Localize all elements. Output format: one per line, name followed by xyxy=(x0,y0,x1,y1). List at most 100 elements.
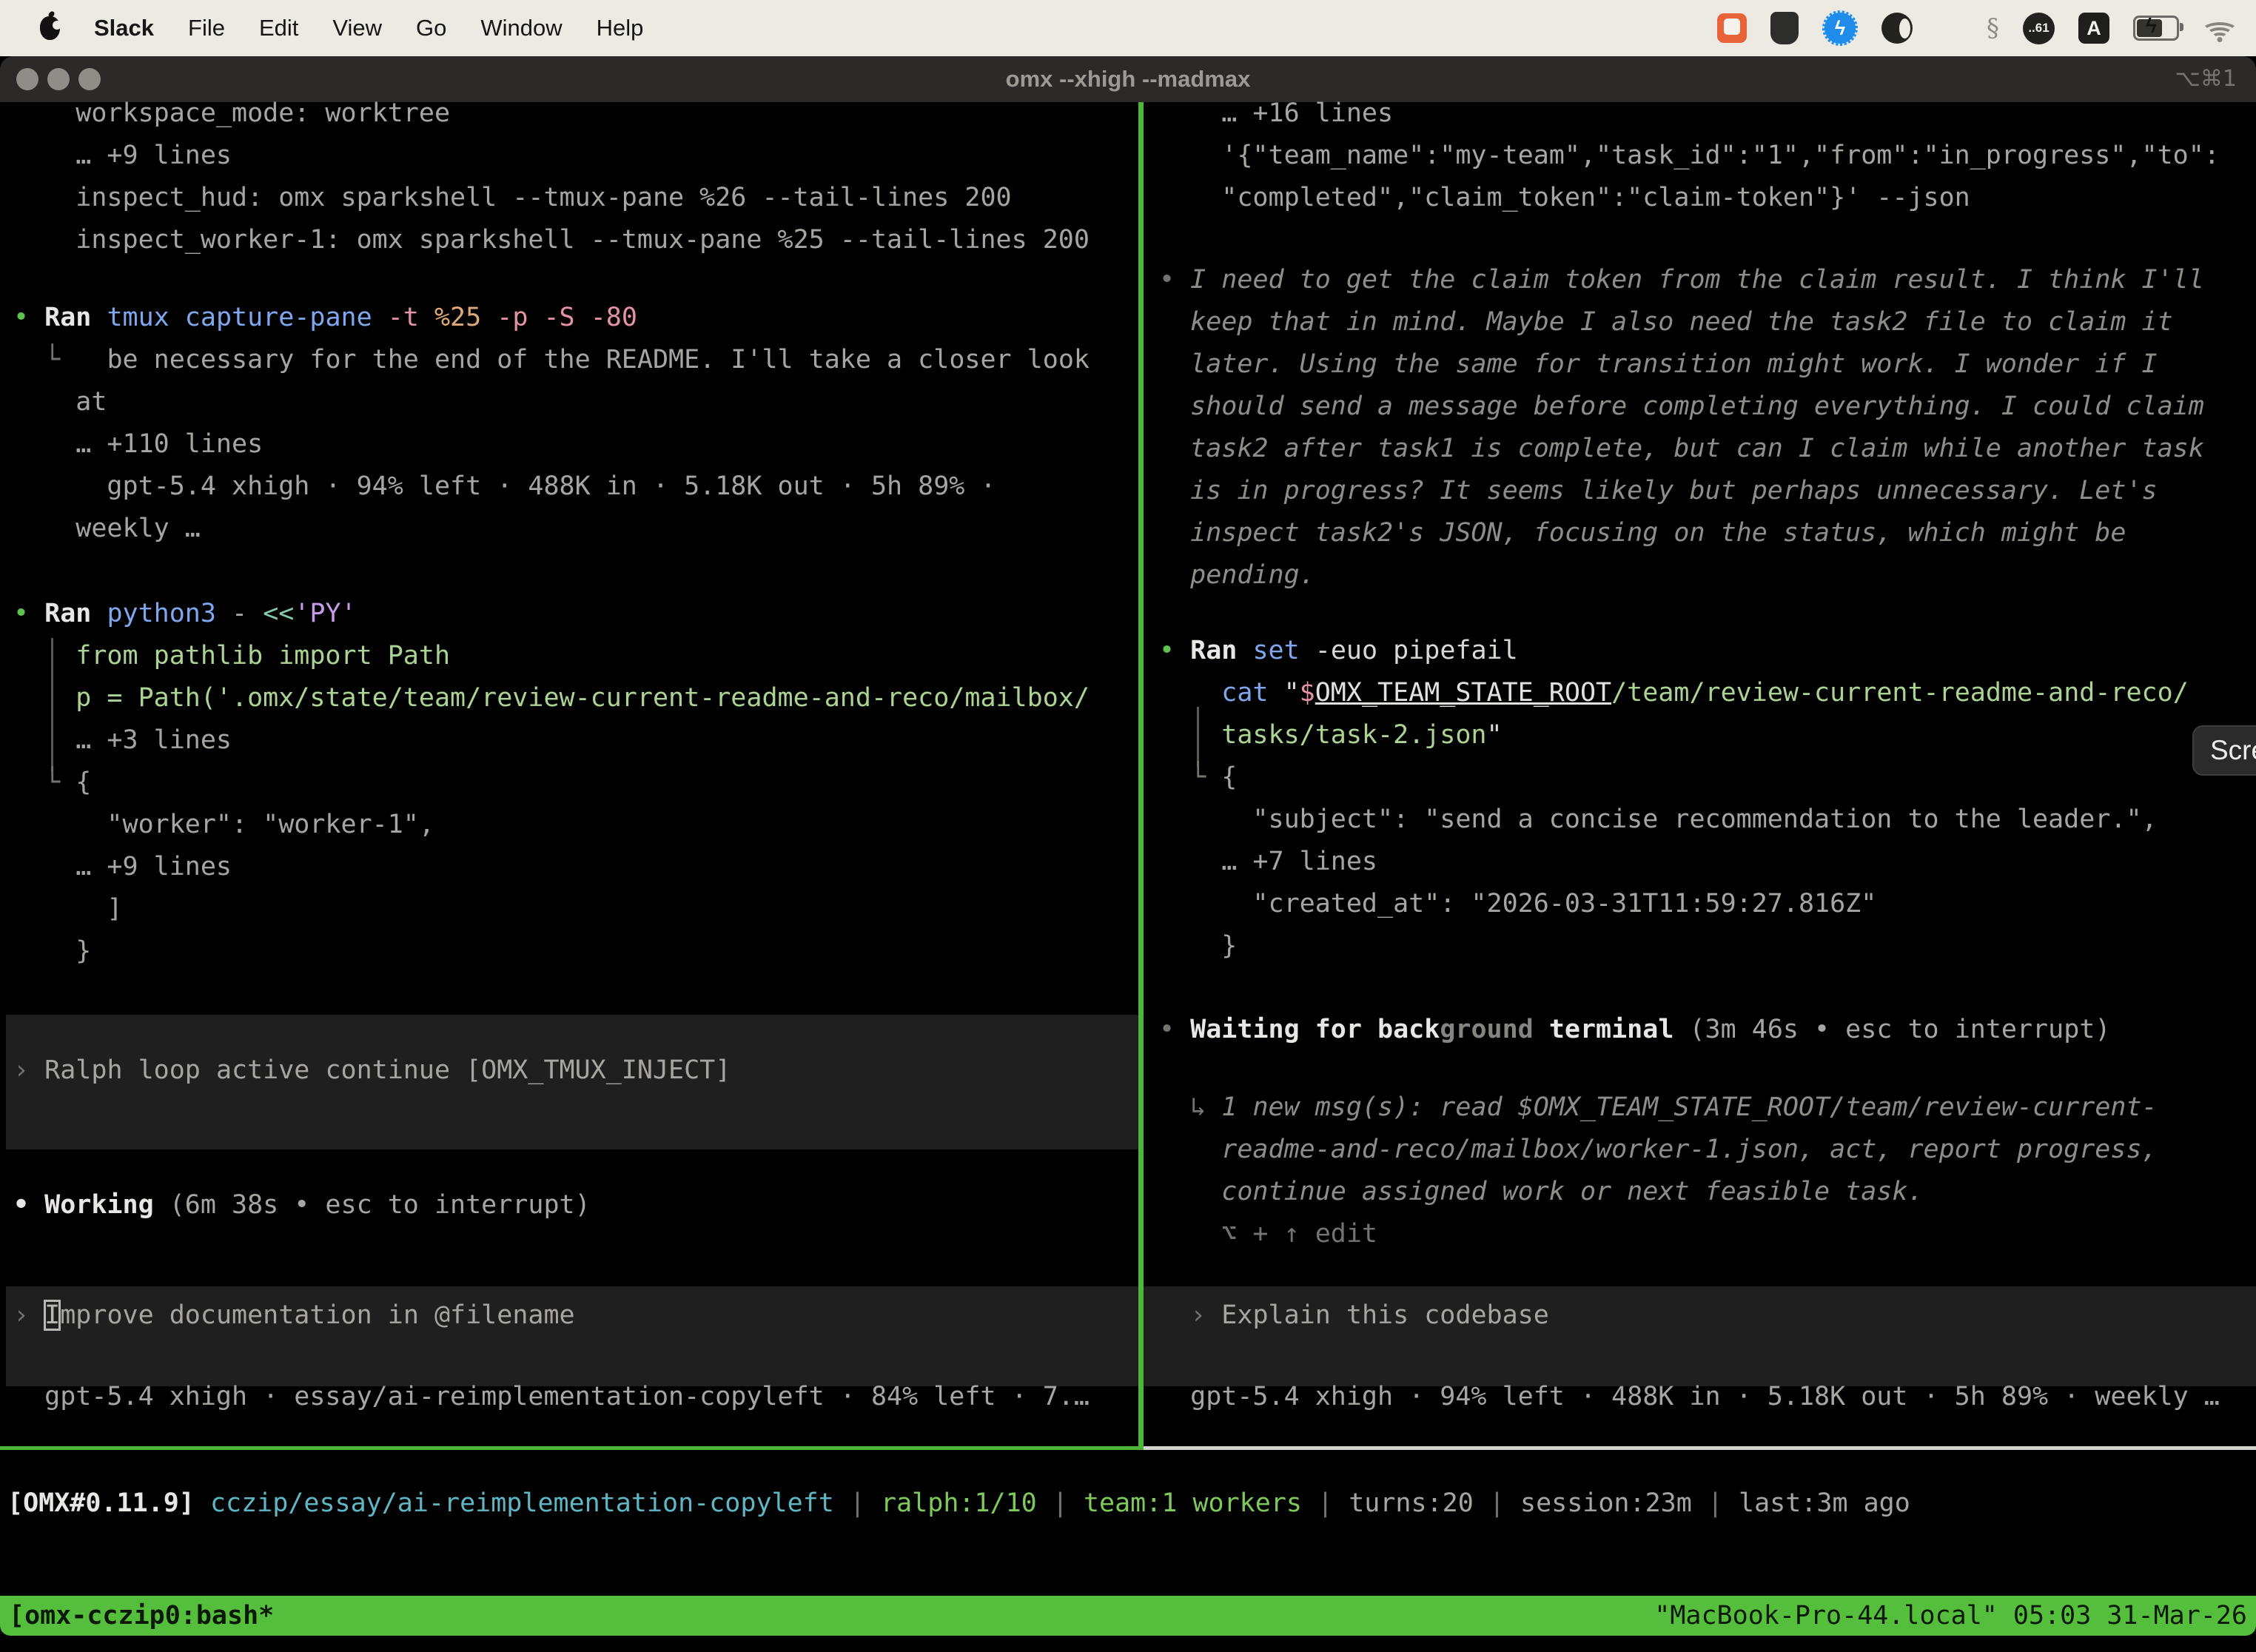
terminal-text-segment: └ xyxy=(13,768,75,797)
wifi-icon[interactable] xyxy=(2203,16,2237,41)
terminal-text-segment: "created_at": "2026-03-31T11:59:27.816Z" xyxy=(1159,889,1876,919)
terminal-text-segment: readme-and-reco/mailbox/worker-1.json, a… xyxy=(1159,1135,2158,1164)
menu-item-go[interactable]: Go xyxy=(416,15,446,41)
squiggle-icon[interactable]: § xyxy=(1987,13,1999,43)
terminal-text-segment: | xyxy=(1037,1488,1084,1518)
crescent-icon[interactable] xyxy=(1881,13,1913,44)
terminal-line: • Ran python3 - <<'PY' xyxy=(13,593,357,635)
terminal-text-segment: is in progress? It seems likely but perh… xyxy=(1159,476,2158,506)
terminal-text-segment: from pathlib import Path xyxy=(13,641,450,671)
terminal-text-segment: mprove documentation in @filename xyxy=(60,1300,574,1330)
ralph-loop-status: › Ralph loop active continue [OMX_TMUX_I… xyxy=(13,1050,731,1092)
terminal-text-segment: | xyxy=(1474,1488,1520,1518)
terminal-line: … +3 lines xyxy=(13,719,232,762)
terminal-text-segment: "worker": "worker-1", xyxy=(13,810,434,839)
terminal-text-segment: • xyxy=(13,599,44,628)
terminal-text-segment: team:1 workers xyxy=(1084,1488,1302,1518)
terminal-text-segment: -p -S -80 xyxy=(497,303,637,332)
terminal-line: … +110 lines xyxy=(13,423,263,466)
terminal-line: "created_at": "2026-03-31T11:59:27.816Z" xyxy=(1159,883,1876,925)
terminal-text-segment: Explain this codebase xyxy=(1221,1300,1549,1330)
battery-charging-icon[interactable]: ϟ xyxy=(2133,16,2179,41)
percent-badge-icon[interactable]: ..61 xyxy=(2023,13,2055,44)
chat-icon[interactable] xyxy=(1717,13,1747,43)
terminal-text-segment: pending. xyxy=(1159,560,1315,590)
tmux-status-bar: [omx-cczip0:bash* "MacBook-Pro-44.local"… xyxy=(0,1596,2256,1636)
terminal-line: … +16 lines xyxy=(1159,93,1393,135)
terminal-line: '{"team_name":"my-team","task_id":"1","f… xyxy=(1159,135,2220,177)
terminal-text-segment: { xyxy=(75,768,91,797)
terminal-text-segment: … +9 lines xyxy=(13,852,232,882)
terminal-text-segment: inspect_worker-1: omx sparkshell --tmux-… xyxy=(13,225,1090,255)
menu-item-edit[interactable]: Edit xyxy=(259,15,298,41)
terminal-text-segment: cczip/essay/ai-reimplementation-copyleft xyxy=(210,1488,834,1518)
terminal-text-segment: └ xyxy=(13,345,107,375)
terminal-line: inspect_hud: omx sparkshell --tmux-pane … xyxy=(13,177,1012,219)
keyboard-layout-icon[interactable]: A xyxy=(2078,13,2109,44)
terminal-text-segment: cat xyxy=(1159,678,1284,708)
pane-status-line: gpt-5.4 xhigh · 94% left · 488K in · 5.1… xyxy=(1159,1376,2220,1418)
terminal-line: "subject": "send a concise recommendatio… xyxy=(1159,799,2158,841)
pane-status-line: gpt-5.4 xhigh · essay/ai-reimplementatio… xyxy=(13,1376,1090,1418)
terminal-text-segment: • Working xyxy=(13,1190,169,1220)
terminal-line: should send a message before completing … xyxy=(1159,386,2204,428)
terminal-text-segment: inspect_hud: omx sparkshell --tmux-pane … xyxy=(13,183,1012,212)
terminal-line: } xyxy=(13,930,91,973)
terminal-text-segment: Ran xyxy=(1190,636,1252,665)
terminal-line: gpt-5.4 xhigh · 94% left · 488K in · 5.1… xyxy=(13,466,996,508)
terminal-text-segment: } xyxy=(1159,931,1237,961)
terminal-line: … +7 lines xyxy=(1159,841,1377,883)
terminal-text-segment: I need to get the claim token from the c… xyxy=(1190,265,2204,295)
terminal-line: inspect_worker-1: omx sparkshell --tmux-… xyxy=(13,219,1090,261)
terminal-text-segment: ralph:1/10 xyxy=(881,1488,1037,1518)
terminal-text-segment: be necessary for the end of the README. … xyxy=(107,345,1090,375)
terminal-text-segment: ground xyxy=(1440,1015,1533,1044)
tmux-session-label: [omx-cczip0:bash* xyxy=(9,1601,274,1631)
terminal-text-segment: … +110 lines xyxy=(13,429,263,459)
terminal-text-segment: ⌥ + ↑ edit xyxy=(1159,1219,1377,1249)
menu-item-window[interactable]: Window xyxy=(480,15,562,41)
terminal-text-segment: … +7 lines xyxy=(1159,847,1377,876)
apple-icon[interactable] xyxy=(40,16,60,40)
terminal-line: p = Path('.omx/state/team/review-current… xyxy=(13,677,1090,719)
terminal-text-segment: { xyxy=(1221,762,1237,792)
terminal-text-segment: terminal xyxy=(1534,1015,1690,1044)
terminal-line: from pathlib import Path xyxy=(13,635,450,677)
terminal-line: at xyxy=(13,381,107,423)
terminal-line: cat "$OMX_TEAM_STATE_ROOT/team/review-cu… xyxy=(1159,672,2189,714)
terminal-text-segment: (6m 38s • esc to interrupt) xyxy=(169,1190,591,1220)
terminal-text-segment: Waiting for back xyxy=(1190,1015,1440,1044)
terminal-text-segment: } xyxy=(13,936,91,966)
terminal-text-segment: | xyxy=(1692,1488,1739,1518)
terminal-text-segment: - xyxy=(232,599,263,628)
terminal-text-segment: … +16 lines xyxy=(1159,98,1393,128)
terminal-text-segment: Ran xyxy=(44,599,107,628)
bolt-icon[interactable]: ϟ xyxy=(1822,10,1858,46)
prompt-input-line[interactable]: › Explain this codebase xyxy=(1159,1295,1549,1337)
grid-shield-icon[interactable] xyxy=(1770,12,1799,44)
terminal-text-segment: (3m 46s • esc to interrupt) xyxy=(1689,1015,2110,1044)
pane-divider[interactable] xyxy=(1138,102,1144,1448)
menu-item-help[interactable]: Help xyxy=(597,15,644,41)
terminal-line: ↳ 1 new msg(s): read $OMX_TEAM_STATE_ROO… xyxy=(1159,1087,2158,1129)
terminal-line: weekly … xyxy=(13,508,201,550)
terminal-text-segment: weekly … xyxy=(13,514,201,543)
terminal-line: • I need to get the claim token from the… xyxy=(1159,259,2204,301)
terminal-text-segment: should send a message before completing … xyxy=(1159,392,2204,421)
dots-grid-icon[interactable] xyxy=(1936,15,1963,41)
terminal-line: workspace_mode: worktree xyxy=(13,93,450,135)
terminal-line: readme-and-reco/mailbox/worker-1.json, a… xyxy=(1159,1129,2158,1171)
menu-item-view[interactable]: View xyxy=(332,15,382,41)
menu-app-name[interactable]: Slack xyxy=(94,15,154,41)
menu-item-file[interactable]: File xyxy=(188,15,225,41)
terminal-line: "completed","claim_token":"claim-token"}… xyxy=(1159,177,1970,219)
terminal-text-segment: keep that in mind. Maybe I also need the… xyxy=(1159,307,2173,337)
terminal-line: • Ran tmux capture-pane -t %25 -p -S -80 xyxy=(13,297,637,339)
terminal-text-segment: • xyxy=(1159,636,1190,665)
terminal-line: ] xyxy=(13,888,123,930)
terminal-text-segment: << xyxy=(263,599,294,628)
screen-overlay-label: Scre xyxy=(2210,735,2256,766)
terminal-line: is in progress? It seems likely but perh… xyxy=(1159,470,2158,512)
terminal-line: ⌥ + ↑ edit xyxy=(1159,1213,1377,1255)
prompt-input-line[interactable]: › Improve documentation in @filename xyxy=(13,1295,575,1337)
